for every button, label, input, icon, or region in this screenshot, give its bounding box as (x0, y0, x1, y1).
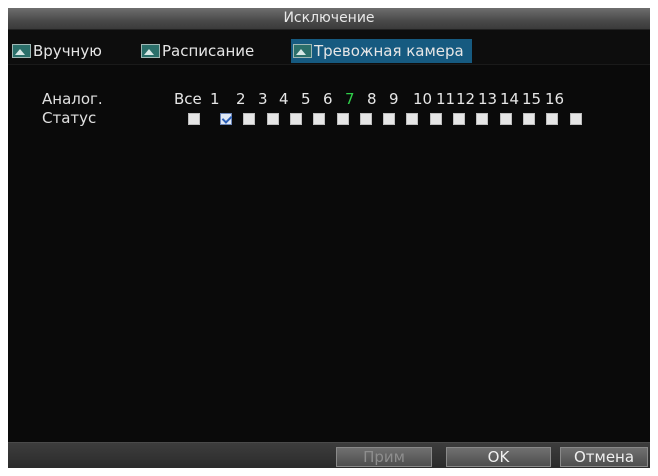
tab-manual[interactable]: Вручную (10, 39, 102, 63)
channel-label-5: 5 (301, 90, 311, 108)
button-bar: Прим OK Отмена (8, 442, 650, 468)
status-row-label: Статус (42, 109, 97, 127)
channel-label-14: 14 (500, 90, 520, 108)
channel-checkbox-1[interactable] (220, 113, 232, 125)
tab-schedule-label: Расписание (162, 42, 255, 60)
channel-label-7: 7 (345, 90, 355, 108)
cancel-button[interactable]: Отмена (560, 447, 648, 467)
channel-checkbox-15[interactable] (546, 113, 558, 125)
exclusion-dialog: Исключение Вручную Расписание Тревожная … (8, 8, 650, 468)
channel-all-checkbox[interactable] (188, 113, 200, 125)
channel-checkbox-8[interactable] (383, 113, 395, 125)
channel-checkbox-12[interactable] (476, 113, 488, 125)
tab-divider (8, 64, 650, 65)
channel-label-9: 9 (389, 90, 399, 108)
channel-all-label: Все (174, 90, 202, 108)
tab-alarm-camera-label: Тревожная камера (314, 42, 464, 60)
channel-label-4: 4 (279, 90, 289, 108)
channel-checkbox-4[interactable] (290, 113, 302, 125)
tab-bar: Вручную Расписание Тревожная камера (8, 30, 650, 64)
channel-label-6: 6 (323, 90, 333, 108)
channel-checkbox-6[interactable] (337, 113, 349, 125)
channel-label-12: 12 (456, 90, 476, 108)
tab-alarm-camera[interactable]: Тревожная камера (291, 39, 472, 63)
channel-label-16: 16 (545, 90, 565, 108)
image-icon (141, 44, 160, 58)
channel-label-3: 3 (258, 90, 268, 108)
apply-button[interactable]: Прим (336, 447, 432, 467)
channel-checkbox-16[interactable] (570, 113, 582, 125)
channel-checkbox-7[interactable] (360, 113, 372, 125)
analog-row-label: Аналог. (42, 90, 103, 108)
channel-label-1: 1 (210, 90, 220, 108)
dialog-title: Исключение (8, 8, 650, 30)
channel-checkbox-14[interactable] (523, 113, 535, 125)
channel-label-15: 15 (522, 90, 542, 108)
channel-checkbox-11[interactable] (453, 113, 465, 125)
channel-checkbox-3[interactable] (267, 113, 279, 125)
tab-schedule[interactable]: Расписание (139, 39, 254, 63)
channel-checkbox-2[interactable] (243, 113, 255, 125)
tab-manual-label: Вручную (33, 42, 102, 60)
channel-label-2: 2 (236, 90, 246, 108)
channel-checkbox-13[interactable] (500, 113, 512, 125)
image-icon (293, 44, 312, 58)
channel-checkbox-10[interactable] (430, 113, 442, 125)
channel-label-11: 11 (436, 90, 456, 108)
channel-label-8: 8 (367, 90, 377, 108)
ok-button[interactable]: OK (446, 447, 551, 467)
channel-label-10: 10 (413, 90, 433, 108)
channel-checkbox-9[interactable] (406, 113, 418, 125)
channel-checkbox-5[interactable] (313, 113, 325, 125)
channel-label-13: 13 (478, 90, 498, 108)
image-icon (12, 44, 31, 58)
